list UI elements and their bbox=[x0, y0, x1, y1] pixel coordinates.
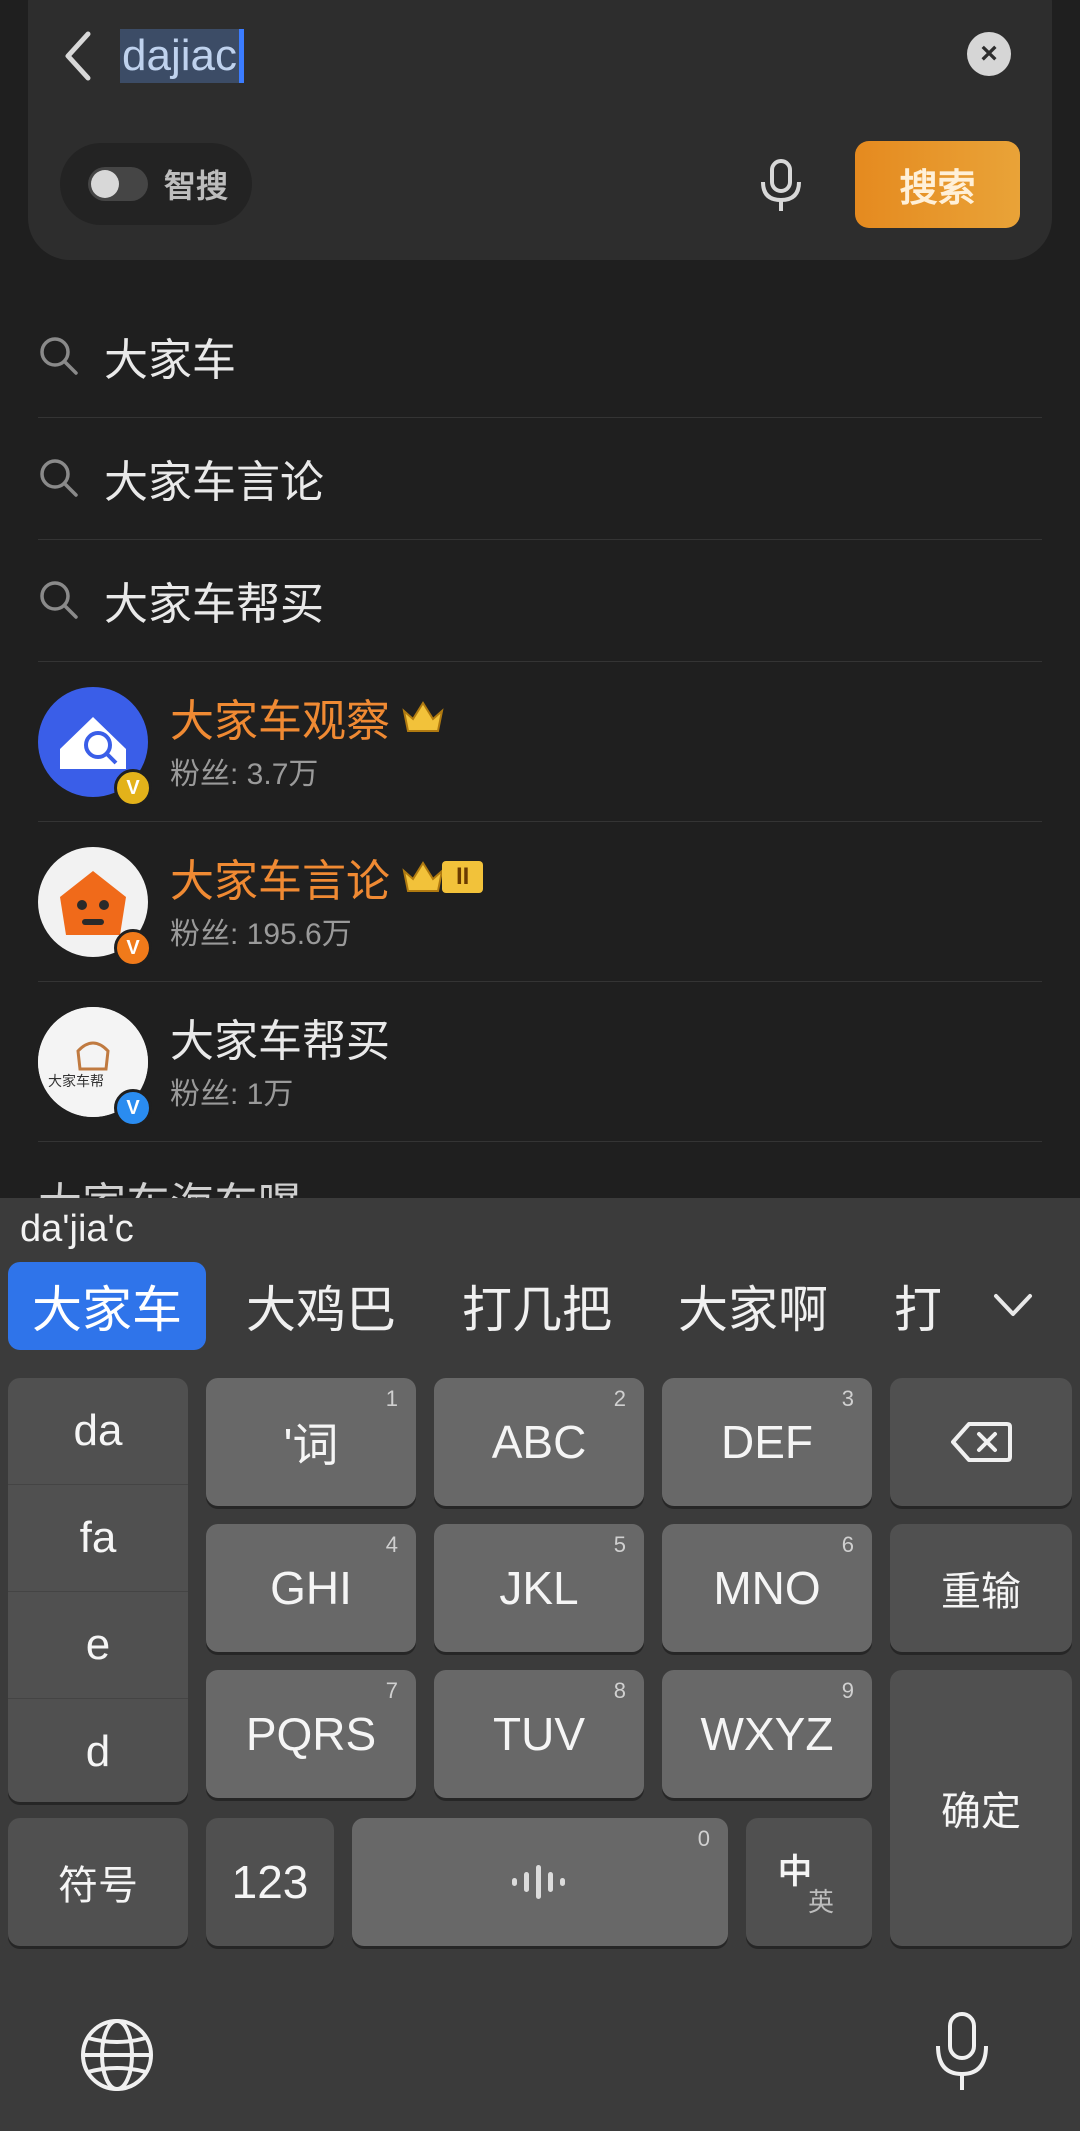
key-label: DEF bbox=[721, 1416, 813, 1468]
key-6[interactable]: MNO 6 bbox=[662, 1524, 872, 1652]
key-number: 5 bbox=[613, 1532, 626, 1557]
pinyin-option[interactable]: d bbox=[8, 1699, 188, 1802]
user-name: 大家车帮买 bbox=[170, 1017, 390, 1066]
search-button[interactable]: 搜索 bbox=[855, 141, 1020, 228]
user-result-item[interactable]: V 大家车言论 II 粉丝: 195.6万 bbox=[38, 821, 1042, 982]
candidate-word[interactable]: 大家啊 bbox=[678, 1262, 828, 1350]
verified-badge-icon: V bbox=[114, 929, 152, 967]
globe-icon[interactable] bbox=[78, 2016, 156, 2094]
key-4[interactable]: GHI 4 bbox=[206, 1524, 416, 1652]
suggestion-item[interactable]: 大家车言论 bbox=[38, 417, 1042, 540]
key-5[interactable]: JKL 5 bbox=[434, 1524, 644, 1652]
pinyin-option[interactable]: fa bbox=[8, 1485, 188, 1592]
search-icon bbox=[40, 337, 78, 375]
key-number: 0 bbox=[697, 1826, 710, 1851]
crown-icon bbox=[402, 861, 444, 892]
key-label: TUV bbox=[493, 1708, 585, 1760]
avatar: V bbox=[38, 847, 152, 967]
fans-count: 粉丝: 1万 bbox=[170, 1078, 294, 1111]
level-badge: II bbox=[442, 861, 484, 893]
smart-search-label: 智搜 bbox=[164, 168, 229, 204]
backspace-key[interactable] bbox=[890, 1378, 1072, 1506]
confirm-key[interactable]: 确定 bbox=[890, 1670, 1072, 1946]
suggestion-text: 大家车帮买 bbox=[104, 580, 324, 629]
suggestion-text: 大家车 bbox=[104, 336, 236, 385]
key-3[interactable]: DEF 3 bbox=[662, 1378, 872, 1506]
key-label: PQRS bbox=[245, 1708, 377, 1760]
key-label: GHI bbox=[270, 1562, 352, 1614]
fans-count: 粉丝: 3.7万 bbox=[170, 758, 319, 791]
verified-badge-icon: V bbox=[114, 1089, 152, 1127]
candidate-word[interactable]: 大家车 bbox=[8, 1262, 206, 1350]
numbers-key[interactable]: 123 bbox=[206, 1818, 334, 1946]
key-7[interactable]: PQRS 7 bbox=[206, 1670, 416, 1798]
key-label: MNO bbox=[713, 1562, 821, 1614]
candidate-word[interactable]: 大鸡巴 bbox=[246, 1262, 396, 1350]
candidate-word[interactable]: 打 bbox=[894, 1262, 940, 1350]
backspace-icon bbox=[951, 1422, 1012, 1462]
user-result-item[interactable]: V 大家车观察 粉丝: 3.7万 bbox=[38, 661, 1042, 822]
crown-icon bbox=[402, 701, 444, 732]
key-1[interactable]: '词 1 bbox=[206, 1378, 416, 1506]
language-switch-key[interactable]: 中 英 bbox=[746, 1818, 872, 1946]
user-name-row: 大家车观察 bbox=[170, 685, 446, 749]
key-label: '词 bbox=[283, 1419, 339, 1471]
pinyin-option[interactable]: da bbox=[8, 1378, 188, 1485]
key-number: 6 bbox=[841, 1532, 854, 1557]
candidate-word[interactable]: 打几把 bbox=[462, 1262, 612, 1350]
search-input[interactable]: dajiac bbox=[120, 26, 244, 86]
clear-icon[interactable]: × bbox=[967, 32, 1011, 76]
suggestion-text: 大家车言论 bbox=[104, 458, 324, 507]
symbols-key[interactable]: 符号 bbox=[8, 1818, 188, 1946]
search-icon bbox=[40, 581, 78, 619]
verified-badge-icon: V bbox=[114, 769, 152, 807]
key-label: WXYZ bbox=[700, 1708, 834, 1760]
avatar: V bbox=[38, 687, 152, 807]
user-result-item[interactable]: 大家车帮 V 大家车帮买 粉丝: 1万 bbox=[38, 981, 1042, 1142]
user-name-row: 大家车帮买 bbox=[170, 1005, 390, 1069]
pinyin-side-list: da fa e d bbox=[8, 1378, 188, 1802]
search-icon bbox=[40, 459, 78, 497]
lang-zh-label: 中 bbox=[778, 1853, 812, 1891]
pinyin-option[interactable]: e bbox=[8, 1592, 188, 1699]
key-8[interactable]: TUV 8 bbox=[434, 1670, 644, 1798]
user-name: 大家车言论 bbox=[170, 857, 390, 906]
key-number: 3 bbox=[841, 1386, 854, 1411]
microphone-icon[interactable] bbox=[932, 2010, 992, 2096]
back-arrow-icon[interactable] bbox=[58, 28, 98, 84]
lang-en-label: 英 bbox=[808, 1887, 835, 1917]
chevron-down-icon[interactable] bbox=[990, 1286, 1036, 1326]
reset-key[interactable]: 重输 bbox=[890, 1524, 1072, 1652]
avatar: 大家车帮 V bbox=[38, 1007, 152, 1127]
space-key[interactable]: 0 bbox=[352, 1818, 728, 1946]
key-number: 9 bbox=[841, 1678, 854, 1703]
toggle-switch[interactable] bbox=[88, 167, 148, 201]
smart-search-toggle[interactable]: 智搜 bbox=[60, 143, 252, 225]
fans-count: 粉丝: 195.6万 bbox=[170, 918, 352, 951]
suggestion-item[interactable]: 大家车帮买 bbox=[38, 539, 1042, 662]
user-name-row: 大家车言论 II bbox=[170, 845, 484, 909]
microphone-icon[interactable] bbox=[757, 158, 805, 214]
search-query-text: dajiac bbox=[120, 29, 239, 83]
voice-wave-icon bbox=[512, 1865, 565, 1899]
key-label: ABC bbox=[491, 1416, 587, 1468]
key-number: 2 bbox=[613, 1386, 626, 1411]
key-number: 4 bbox=[385, 1532, 398, 1557]
key-label: JKL bbox=[499, 1562, 579, 1614]
user-name: 大家车观察 bbox=[170, 697, 390, 746]
key-number: 8 bbox=[613, 1678, 626, 1703]
key-number: 1 bbox=[385, 1386, 398, 1411]
pinyin-composition: da'jia'c bbox=[20, 1208, 134, 1250]
avatar-text: 大家车帮 bbox=[48, 1073, 104, 1089]
key-2[interactable]: ABC 2 bbox=[434, 1378, 644, 1506]
toggle-knob bbox=[91, 170, 119, 198]
key-number: 7 bbox=[385, 1678, 398, 1703]
suggestion-item[interactable]: 大家车 bbox=[38, 295, 1042, 418]
key-9[interactable]: WXYZ 9 bbox=[662, 1670, 872, 1798]
text-caret bbox=[238, 29, 244, 83]
